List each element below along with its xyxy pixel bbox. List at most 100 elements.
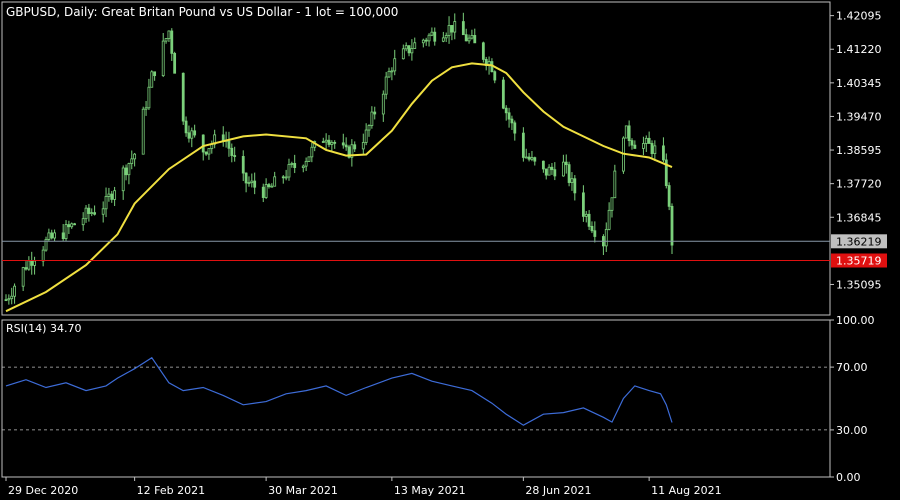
x-tick-label: 13 May 2021 [394,484,466,497]
candle-body [610,197,614,211]
candle-body [404,45,408,50]
candle-body [441,37,445,42]
candle-body [321,141,325,143]
candle-body [173,52,177,74]
candle-body [624,125,628,139]
rsi-tick-label: 100.00 [836,314,875,327]
x-tick-label: 28 Jun 2021 [525,484,591,497]
candle-body [207,148,211,155]
candle-body [570,178,574,183]
candle-body [650,143,654,155]
candle-body [642,143,645,149]
candle-body [424,39,428,42]
candle-body [150,71,154,88]
candle-body [504,107,508,114]
candle-body [250,180,254,184]
rsi-panel [5,356,673,426]
x-tick-label: 12 Feb 2021 [137,484,205,497]
x-tick-label: 30 Mar 2021 [268,484,338,497]
price-tick-label: 1.36845 [836,211,882,224]
candle-body [593,230,597,237]
candle-body [670,205,674,246]
price-tick-label: 1.37720 [836,178,882,191]
candle-body [141,108,145,155]
candle-body [113,190,117,200]
candle-body [367,125,371,131]
candle-body [330,141,334,145]
candle-body [530,157,534,160]
candle-body [344,144,348,148]
candle-body [407,45,411,54]
candle-body [567,164,571,183]
candle-body [547,166,551,176]
price-tick-label: 1.42095 [836,10,882,23]
candle-body [293,163,297,168]
candle-body [421,39,425,44]
candle-body [24,267,28,270]
candle-body [587,213,591,227]
candle-body [427,34,431,42]
candle-body [290,163,294,165]
price-tick-label: 1.38595 [836,144,882,157]
candle-body [104,196,108,210]
price-tick-label: 1.41220 [836,43,882,56]
candle-body [533,157,537,162]
price-panel [2,12,830,313]
grid [1,1,831,478]
candle-body [93,212,97,215]
candle-body [4,299,8,302]
candle-body [527,156,531,160]
candle-body [50,232,54,239]
candle-body [70,223,74,228]
candle-body [267,184,271,188]
candle-body [561,161,565,177]
candle-body [13,285,16,297]
candle-body [244,172,248,184]
price-frame [1,1,831,316]
candle-body [461,21,465,36]
candle-body [201,134,205,153]
candle-body [153,71,157,77]
candle-body [227,140,231,149]
rsi-title: RSI(14) 34.70 [6,322,82,335]
candle-body [361,142,365,150]
candle-body [410,48,414,54]
candle-body [507,112,511,120]
candle-body [553,169,557,177]
candle-body [381,93,385,115]
candle-body [21,267,25,287]
candle-body [653,145,657,155]
candle-body [273,176,277,187]
rsi-tick-label: 0.00 [836,471,861,484]
candle-body [644,137,648,144]
candle-body [521,132,525,158]
candle-body [450,25,454,33]
candle-body [470,35,474,39]
chart-canvas: 1.42095 1.41220 1.40345 1.39470 1.38595 1.377… [1,1,887,497]
candle-body [481,42,485,60]
price-tick-label: 1.35095 [836,278,882,291]
candle-body [401,48,405,60]
candle-body [7,298,11,301]
candle-body [573,178,577,194]
candle-body [147,86,151,109]
candle-body [373,111,377,115]
rsi-line [5,356,673,426]
candle-body [370,111,374,126]
candle-body [541,160,545,170]
candle-body [467,37,471,42]
candle-body [327,139,331,145]
candle-body [107,193,111,197]
candle-body [270,185,274,188]
candle-body [144,107,148,110]
candle-body [170,30,174,54]
candle-body [124,167,128,176]
candle-body [281,176,285,179]
candle-body [130,158,134,164]
candle-body [110,193,114,200]
candle-body [604,228,608,247]
candle-body [64,224,68,240]
candle-body [161,40,165,77]
candle-body [307,156,311,162]
candle-body [30,260,34,266]
